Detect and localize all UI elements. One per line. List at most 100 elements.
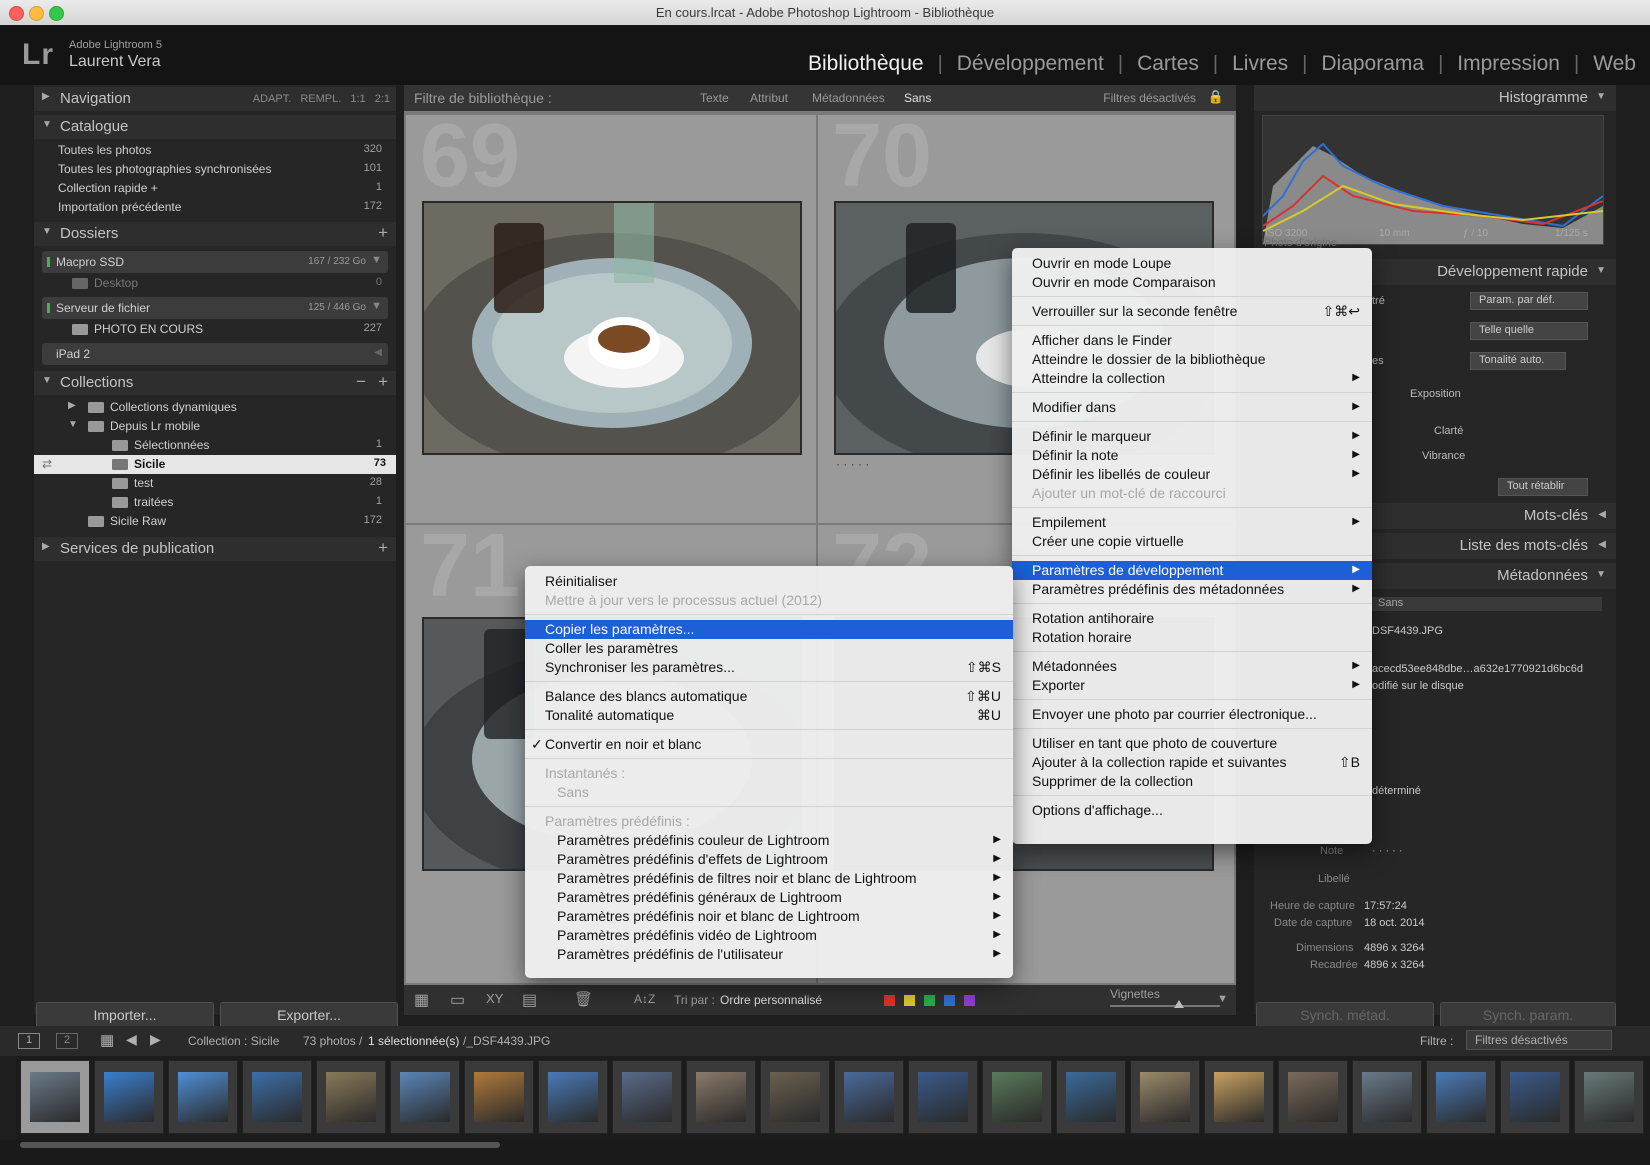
filter-tab-metadata[interactable]: Métadonnées <box>812 91 885 105</box>
grid-view-icon[interactable]: ▦ <box>414 990 429 1010</box>
module-web[interactable]: Web <box>1579 52 1650 76</box>
menu-item[interactable]: Atteindre le dossier de la bibliothèque <box>1012 350 1372 369</box>
sync-metadata-button[interactable]: Synch. métad. <box>1256 1002 1434 1028</box>
grid-view-icon[interactable]: ▦ <box>100 1031 114 1049</box>
loupe-view-icon[interactable]: ▭ <box>450 990 465 1010</box>
export-button[interactable]: Exporter... <box>220 1002 398 1028</box>
catalog-panel-header[interactable]: ▼ Catalogue <box>34 115 396 139</box>
add-folder-icon[interactable]: + <box>378 223 388 243</box>
rating-stars[interactable]: · · · · · <box>1372 845 1403 857</box>
menu-item[interactable]: Afficher dans le Finder <box>1012 331 1372 350</box>
menu-item[interactable]: Rotation antihoraire <box>1012 609 1372 628</box>
menu-item[interactable]: Supprimer de la collection <box>1012 772 1372 791</box>
menu-item[interactable]: Modifier dans ▶ <box>1012 398 1372 417</box>
menu-item[interactable]: Paramètres de développement ▶ <box>1012 561 1372 580</box>
menu-item[interactable]: Paramètres prédéfinis vidéo de Lightroom… <box>525 926 1013 945</box>
filmstrip-thumbnail[interactable] <box>1130 1060 1200 1134</box>
sync-settings-button[interactable]: Synch. param. <box>1440 1002 1616 1028</box>
secondary-window-button[interactable]: 2 <box>56 1033 78 1049</box>
filmstrip-thumbnail[interactable] <box>94 1060 164 1134</box>
module-library[interactable]: Bibliothèque <box>794 52 938 76</box>
filter-tab-none[interactable]: Sans <box>904 91 931 105</box>
add-publish-service-icon[interactable]: + <box>378 538 388 558</box>
menu-item[interactable]: Balance des blancs automatique ⇧⌘U <box>525 687 1013 706</box>
module-develop[interactable]: Développement <box>943 52 1118 76</box>
filmstrip-thumbnail[interactable] <box>1278 1060 1348 1134</box>
folder-desktop[interactable]: Desktop 0 <box>38 274 392 293</box>
menu-item[interactable]: Paramètres prédéfinis couleur de Lightro… <box>525 831 1013 850</box>
menu-item[interactable]: Définir la note ▶ <box>1012 446 1372 465</box>
publish-services-header[interactable]: ▶ Services de publication + <box>34 537 396 561</box>
sort-direction-icon[interactable]: A↕Z <box>634 992 655 1006</box>
color-label-purple[interactable] <box>964 995 975 1006</box>
auto-tone-button[interactable]: Tonalité auto. <box>1470 352 1566 370</box>
menu-item[interactable]: Verrouiller sur la seconde fenêtre ⇧⌘↩ <box>1012 302 1372 321</box>
menu-item[interactable]: Ouvrir en mode Comparaison <box>1012 273 1372 292</box>
color-label-blue[interactable] <box>944 995 955 1006</box>
menu-item[interactable]: Paramètres prédéfinis de filtres noir et… <box>525 869 1013 888</box>
folder-photo-en-cours[interactable]: PHOTO EN COURS 227 <box>38 320 392 339</box>
crop-ratio-select[interactable]: Telle quelle <box>1470 322 1588 340</box>
star-rating[interactable]: · · · · · <box>836 457 869 471</box>
collection-set-smart[interactable]: ▶ Collections dynamiques <box>38 398 392 417</box>
histogram[interactable]: ISO 3200 10 mm ƒ / 10 1/125 s <box>1262 115 1604 245</box>
menu-item[interactable]: Atteindre la collection ▶ <box>1012 369 1372 388</box>
filmstrip-thumbnail[interactable] <box>760 1060 830 1134</box>
filter-select[interactable]: Filtres désactivés <box>1466 1030 1612 1050</box>
filmstrip-thumbnail[interactable] <box>1426 1060 1496 1134</box>
grid-cell[interactable]: 69 <box>406 106 816 523</box>
module-book[interactable]: Livres <box>1218 52 1302 76</box>
filmstrip-thumbnail[interactable] <box>242 1060 312 1134</box>
catalog-item[interactable]: Toutes les photographies synchronisées 10… <box>38 160 392 179</box>
menu-item[interactable]: Paramètres prédéfinis généraux de Lightr… <box>525 888 1013 907</box>
filmstrip-thumbnail[interactable] <box>686 1060 756 1134</box>
menu-item[interactable]: Copier les paramètres... <box>525 620 1013 639</box>
filmstrip-thumbnail[interactable] <box>612 1060 682 1134</box>
collection-selected[interactable]: Sélectionnées 1 <box>38 436 392 455</box>
filmstrip-thumbnail[interactable] <box>538 1060 608 1134</box>
filter-tab-attribute[interactable]: Attribut <box>750 91 788 105</box>
forward-arrow-icon[interactable]: ▶ <box>150 1031 161 1048</box>
filmstrip-thumbnail[interactable] <box>390 1060 460 1134</box>
menu-item[interactable]: Ajouter à la collection rapide et suivan… <box>1012 753 1372 772</box>
filmstrip-thumbnail[interactable] <box>20 1060 90 1134</box>
survey-view-icon[interactable]: ▤ <box>522 990 537 1010</box>
collection-sicile-raw[interactable]: Sicile Raw 172 <box>38 512 392 531</box>
module-print[interactable]: Impression <box>1443 52 1574 76</box>
filmstrip-thumbnail[interactable] <box>1500 1060 1570 1134</box>
menu-item[interactable]: Envoyer une photo par courrier électroni… <box>1012 705 1372 724</box>
menu-item[interactable]: ✓ Convertir en noir et blanc <box>525 735 1013 754</box>
menu-item[interactable]: Réinitialiser <box>525 572 1013 591</box>
color-label-red[interactable] <box>884 995 895 1006</box>
menu-item[interactable]: Exporter ▶ <box>1012 676 1372 695</box>
menu-item[interactable]: Rotation horaire <box>1012 628 1372 647</box>
folders-panel-header[interactable]: ▼ Dossiers + <box>34 222 396 246</box>
collection-test[interactable]: test 28 <box>38 474 392 493</box>
compare-view-icon[interactable]: XY <box>486 991 503 1006</box>
metadata-preset-select[interactable]: Sans <box>1372 597 1602 611</box>
menu-item[interactable]: Paramètres prédéfinis des métadonnées ▶ <box>1012 580 1372 599</box>
filmstrip-thumbnail[interactable] <box>1204 1060 1274 1134</box>
sort-select[interactable]: Ordre personnalisé <box>720 993 822 1007</box>
photo-thumbnail[interactable] <box>422 201 802 455</box>
catalog-item[interactable]: Toutes les photos 320 <box>38 141 392 160</box>
volume-ipad[interactable]: iPad 2 ◀ <box>42 343 388 365</box>
collection-traitees[interactable]: traitées 1 <box>38 493 392 512</box>
zoom-options[interactable]: ADAPT. REMPL. 1:1 2:1 <box>253 93 390 105</box>
main-window-button[interactable]: 1 <box>18 1033 40 1049</box>
menu-item[interactable]: Options d'affichage... <box>1012 801 1372 820</box>
menu-item[interactable]: Paramètres prédéfinis noir et blanc de L… <box>525 907 1013 926</box>
menu-item[interactable]: Coller les paramètres <box>525 639 1013 658</box>
menu-item[interactable]: Tonalité automatique ⌘U <box>525 706 1013 725</box>
add-collection-icon[interactable]: + <box>378 372 388 392</box>
menu-item[interactable]: Définir les libellés de couleur ▶ <box>1012 465 1372 484</box>
thumbnail-size-slider[interactable] <box>1110 1005 1220 1007</box>
menu-item[interactable]: Synchroniser les paramètres... ⇧⌘S <box>525 658 1013 677</box>
filmstrip-thumbnail[interactable] <box>316 1060 386 1134</box>
color-label-green[interactable] <box>924 995 935 1006</box>
filter-tab-text[interactable]: Texte <box>700 91 729 105</box>
import-button[interactable]: Importer... <box>36 1002 214 1028</box>
selected-filename[interactable]: /_DSF4439.JPG <box>463 1034 550 1048</box>
reset-all-button[interactable]: Tout rétablir <box>1498 478 1588 496</box>
filmstrip-thumbnail[interactable] <box>1056 1060 1126 1134</box>
